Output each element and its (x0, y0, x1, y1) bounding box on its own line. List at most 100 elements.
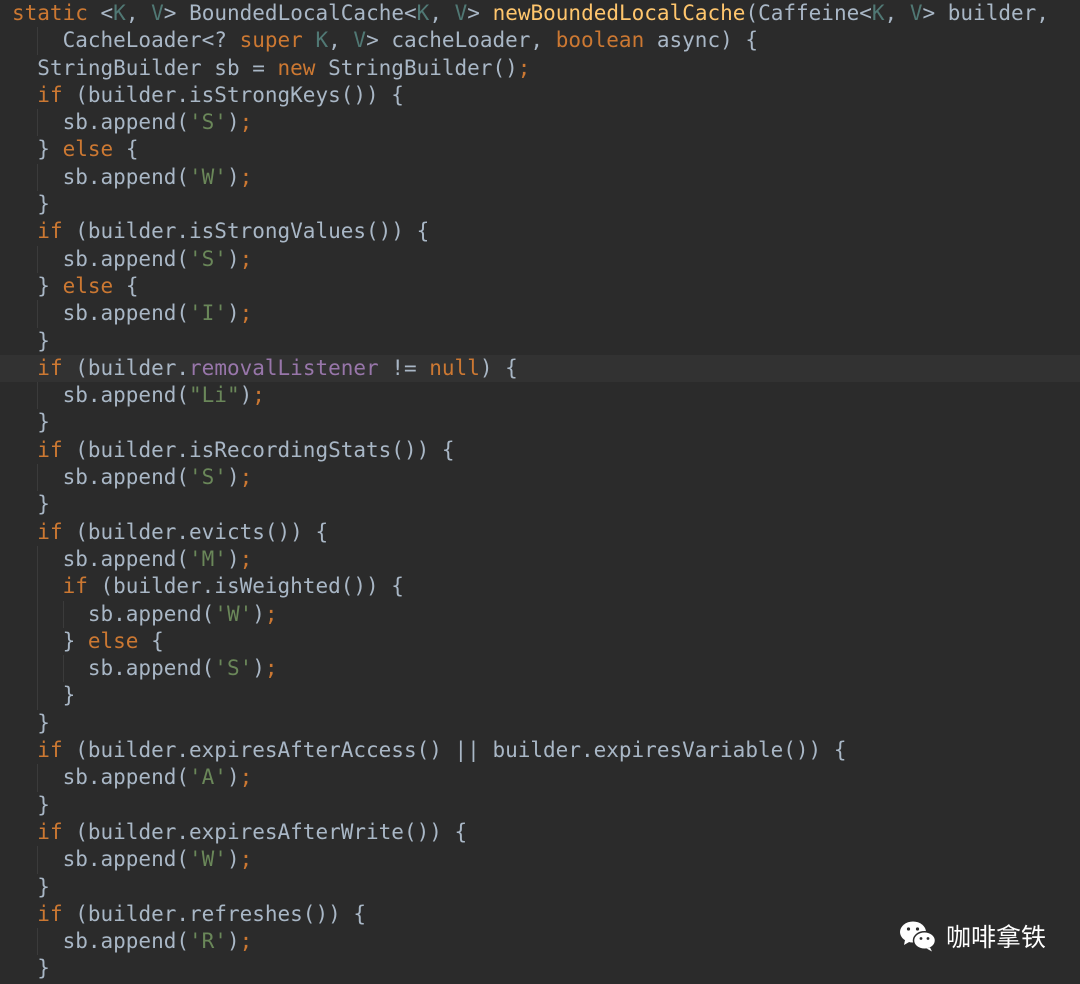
code-token: sb.append( (62, 246, 190, 271)
watermark-text: 咖啡拿铁 (945, 923, 1046, 952)
code-token: CacheLoader<? (62, 28, 240, 53)
code-line[interactable]: } else { (12, 627, 1080, 656)
wechat-icon (898, 919, 938, 953)
code-token: ; (239, 246, 253, 271)
code-line[interactable]: } else { (12, 136, 1080, 163)
code-token: ) (239, 383, 253, 408)
code-token: ; (239, 847, 253, 872)
code-token: "Li" (189, 383, 240, 408)
code-token: sb.append( (87, 656, 215, 681)
code-token: ; (239, 110, 253, 135)
code-token: } (37, 956, 50, 981)
code-token: ; (252, 383, 265, 408)
code-token: ) (226, 110, 240, 135)
code-line[interactable]: } (12, 792, 1080, 819)
code-area[interactable]: static <K, V> BoundedLocalCache<K, V> ne… (0, 0, 1080, 983)
code-line[interactable]: if (builder.expiresAfterAccess() || buil… (12, 737, 1080, 764)
code-token: if (37, 819, 76, 844)
code-line[interactable]: if (builder.isStrongValues()) { (12, 218, 1080, 245)
code-token: { (151, 628, 164, 653)
code-line[interactable]: sb.append('M'); (12, 545, 1080, 574)
code-token: 'W' (189, 847, 227, 872)
code-token: ) (252, 601, 265, 626)
code-line[interactable]: if (builder.isWeighted()) { (12, 573, 1080, 601)
code-editor[interactable]: static <K, V> BoundedLocalCache<K, V> ne… (0, 0, 1080, 984)
code-line[interactable]: sb.append('S'); (12, 464, 1080, 492)
code-token: > builder, (922, 1, 1049, 25)
code-token: > BoundedLocalCache< (163, 1, 417, 25)
code-token: ) (226, 765, 240, 790)
code-line[interactable]: if (builder.evicts()) { (12, 519, 1080, 546)
code-token: if (37, 738, 76, 763)
code-token: V (454, 1, 468, 25)
code-line[interactable]: StringBuilder sb = new StringBuilder(); (12, 55, 1080, 82)
code-token: ) { (479, 355, 518, 380)
code-line[interactable]: sb.append("Li"); (12, 382, 1080, 410)
code-token: 'I' (189, 301, 227, 326)
code-line[interactable]: sb.append('I'); (12, 300, 1080, 328)
indent-guide (37, 846, 39, 874)
code-token: else (62, 137, 126, 162)
code-token: , (429, 1, 455, 25)
code-token: (Caffeine< (745, 1, 872, 25)
code-token: 'S' (214, 656, 253, 681)
code-line[interactable]: static <K, V> BoundedLocalCache<K, V> ne… (12, 0, 1080, 27)
code-token: super (239, 28, 316, 53)
code-line[interactable]: if (builder.isRecordingStats()) { (12, 437, 1080, 464)
code-token: , (328, 28, 354, 53)
code-token: (builder. (75, 355, 190, 380)
code-line[interactable]: } (12, 682, 1080, 710)
code-token: if (37, 519, 76, 544)
code-line[interactable]: sb.append('W'); (12, 600, 1080, 628)
code-token: static (12, 1, 101, 25)
code-line[interactable]: if (builder.isStrongKeys()) { (12, 82, 1080, 109)
code-line[interactable]: } (12, 491, 1080, 518)
code-line[interactable]: if (builder.removalListener != null) { (0, 354, 1080, 383)
code-token: 'S' (189, 246, 227, 271)
code-token: ) (226, 847, 240, 872)
code-token: null (429, 355, 480, 380)
code-line[interactable]: } (12, 874, 1080, 901)
code-token: newBoundedLocalCache (492, 1, 746, 25)
code-token: } (37, 410, 50, 435)
code-line[interactable]: } (12, 328, 1080, 355)
code-token: } (37, 137, 63, 162)
code-line[interactable]: sb.append('S'); (12, 109, 1080, 137)
code-line[interactable]: } (12, 409, 1080, 436)
code-line[interactable]: sb.append('S'); (12, 245, 1080, 273)
code-line[interactable]: CacheLoader<? super K, V> cacheLoader, b… (12, 27, 1080, 55)
indent-guide (37, 764, 39, 792)
code-line[interactable]: } (12, 710, 1080, 737)
code-line[interactable]: } else { (12, 273, 1080, 300)
code-token: removalListener (189, 355, 379, 380)
code-token: new (277, 55, 329, 80)
code-line[interactable]: sb.append('W'); (12, 163, 1080, 192)
code-token: ) (226, 465, 240, 490)
code-line[interactable]: sb.append('S'); (12, 655, 1080, 683)
indent-guide (37, 245, 39, 273)
code-line[interactable]: } (12, 191, 1080, 218)
code-line[interactable]: if (builder.expiresAfterWrite()) { (12, 819, 1080, 846)
code-token: } (62, 628, 88, 653)
code-line[interactable]: sb.append('A'); (12, 764, 1080, 792)
code-token: ; (239, 465, 253, 490)
indent-guide (37, 682, 39, 710)
code-line[interactable]: sb.append('W'); (12, 846, 1080, 874)
code-token: sb.append( (62, 929, 190, 954)
code-token: K (871, 1, 885, 25)
code-token: sb.append( (62, 765, 190, 790)
code-token: < (100, 1, 114, 25)
code-line[interactable]: } (12, 955, 1080, 982)
code-token: sb.append( (62, 465, 190, 490)
